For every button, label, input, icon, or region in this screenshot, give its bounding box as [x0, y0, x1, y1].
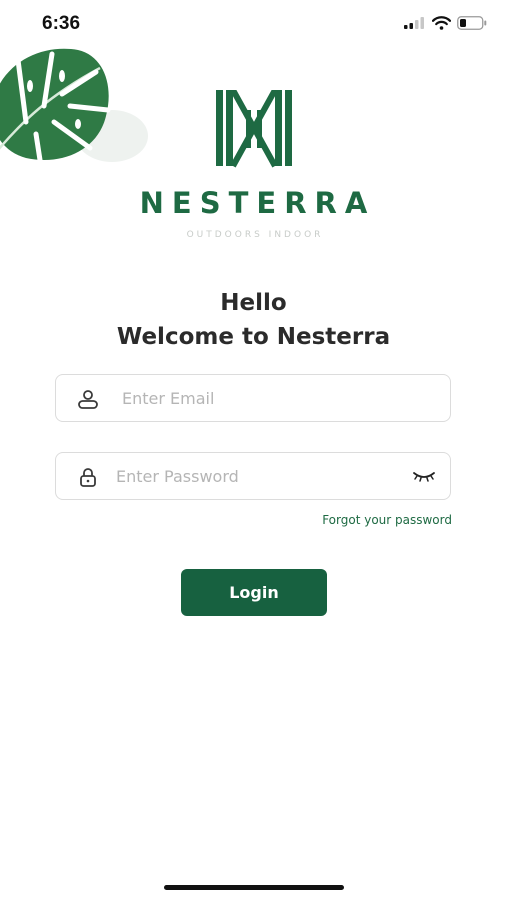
home-indicator[interactable] [164, 885, 344, 890]
user-icon [78, 390, 98, 409]
nesterra-monogram-icon [215, 90, 292, 168]
status-time: 6:36 [42, 13, 81, 34]
email-field[interactable]: Enter Email [55, 374, 451, 422]
password-placeholder: Enter Password [116, 467, 239, 486]
brand-name: NESTERRA [139, 186, 376, 220]
greeting-welcome: Welcome to Nesterra [116, 324, 391, 350]
brand: NESTERRA OUTDOORS INDOOR [0, 90, 507, 240]
eye-closed-icon[interactable] [412, 469, 436, 483]
password-field[interactable]: Enter Password [55, 452, 451, 500]
login-button[interactable]: Login [181, 569, 327, 616]
battery-icon [457, 16, 487, 30]
status-icons [404, 16, 487, 30]
brand-tagline: OUTDOORS INDOOR [186, 230, 324, 240]
cellular-signal-icon [404, 17, 424, 29]
greeting-hello: Hello [220, 290, 287, 316]
email-placeholder: Enter Email [122, 389, 215, 408]
wifi-icon [432, 16, 451, 30]
greeting: Hello Welcome to Nesterra [0, 286, 507, 354]
forgot-password-link[interactable]: Forgot your password [322, 513, 452, 527]
lock-icon [80, 468, 96, 487]
